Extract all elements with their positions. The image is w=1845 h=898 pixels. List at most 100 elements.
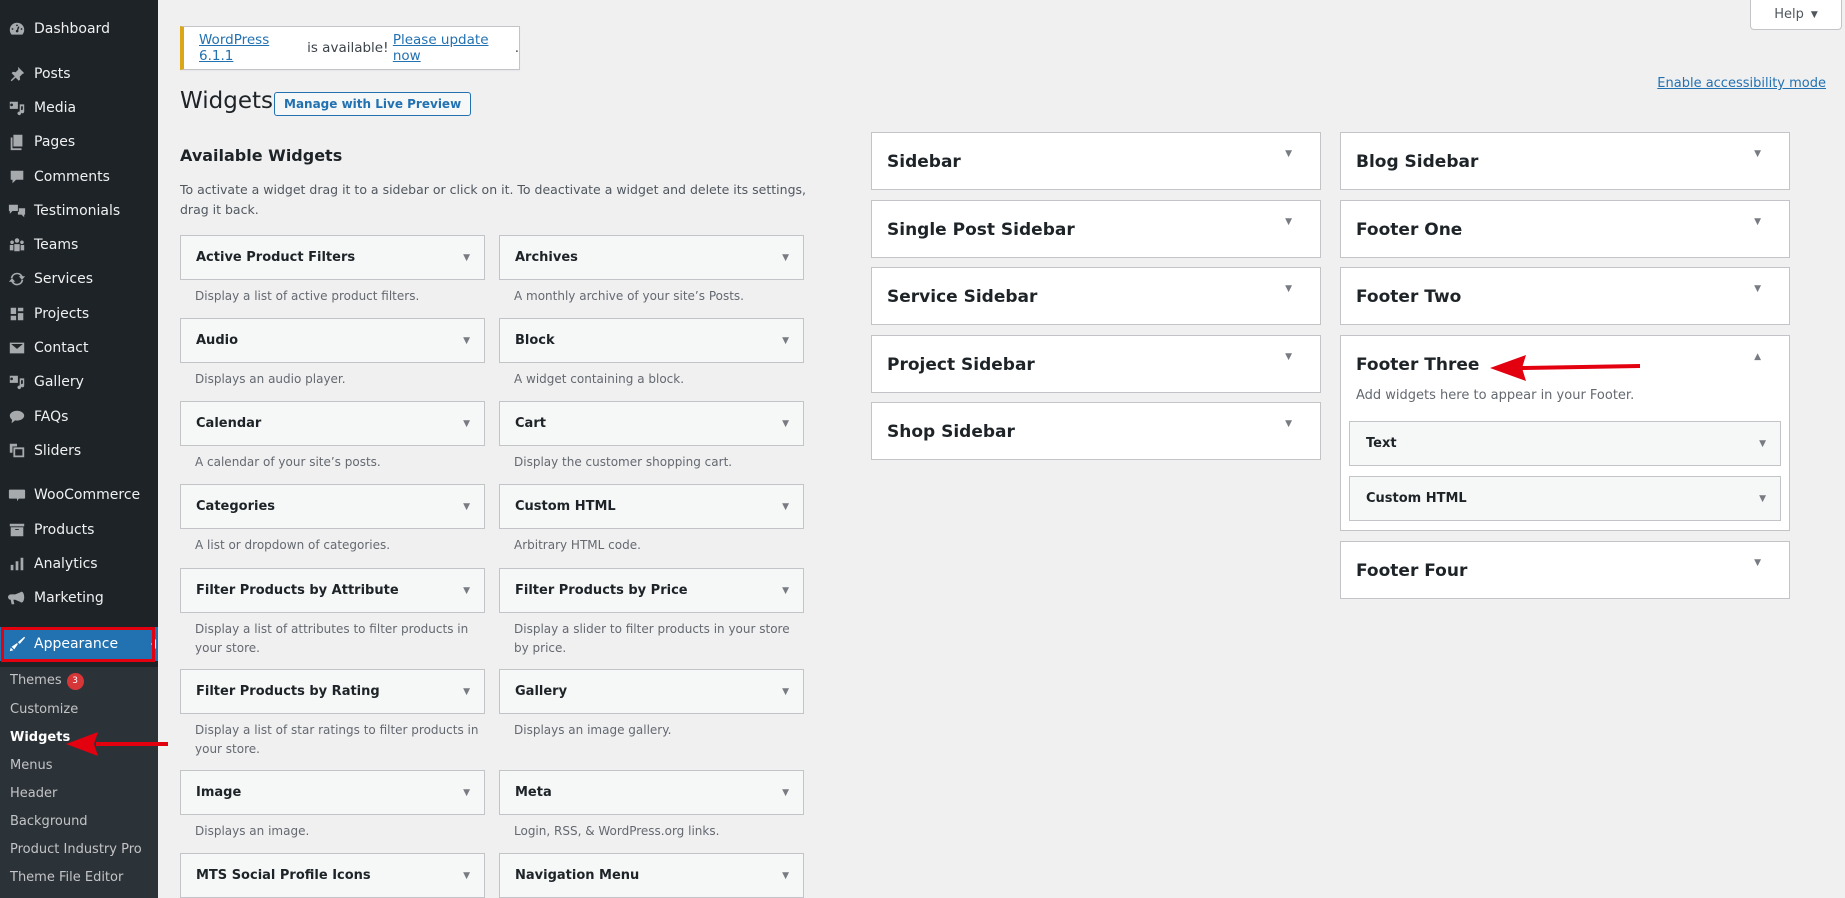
expand-arrow-icon[interactable]: ▼ [463, 419, 470, 429]
submenu-item-widgets[interactable]: Widgets [10, 730, 70, 745]
help-button[interactable]: Help ▼ [1750, 0, 1842, 30]
sidebar-area-project-sidebar[interactable]: Project Sidebar ▼ [871, 335, 1321, 393]
widget-filter-products-by-attribute[interactable]: Filter Products by Attribute ▼ [180, 568, 485, 613]
sidebar-area-footer-four[interactable]: Footer Four ▼ [1340, 541, 1790, 599]
sidebar-area-single-post-sidebar[interactable]: Single Post Sidebar ▼ [871, 200, 1321, 258]
widget-title: Meta [515, 785, 552, 800]
placed-widget-custom-html[interactable]: Custom HTML ▼ [1349, 476, 1781, 521]
widget-block[interactable]: Block ▼ [499, 318, 804, 363]
widget-audio[interactable]: Audio ▼ [180, 318, 485, 363]
sidebar-item-media[interactable]: Media [0, 91, 158, 125]
expand-arrow-icon[interactable]: ▼ [782, 502, 789, 512]
widget-title: Cart [515, 416, 546, 431]
widget-navigation-menu[interactable]: Navigation Menu ▼ [499, 853, 804, 898]
sidebar-item-marketing[interactable]: Marketing [0, 581, 158, 615]
expand-arrow-icon[interactable]: ▼ [1285, 419, 1292, 429]
sidebar-item-gallery[interactable]: Gallery [0, 365, 158, 399]
widget-filter-products-by-rating[interactable]: Filter Products by Rating ▼ [180, 669, 485, 714]
sidebar-item-comments[interactable]: Comments [0, 160, 158, 194]
submenu-item-theme-file-editor[interactable]: Theme File Editor [10, 870, 123, 885]
expand-arrow-icon[interactable]: ▼ [463, 788, 470, 798]
expand-arrow-icon[interactable]: ▼ [1759, 494, 1766, 504]
widget-categories[interactable]: Categories ▼ [180, 484, 485, 529]
expand-arrow-icon[interactable]: ▼ [782, 419, 789, 429]
expand-arrow-icon[interactable]: ▼ [782, 788, 789, 798]
expand-arrow-icon[interactable]: ▼ [463, 253, 470, 263]
expand-arrow-icon[interactable]: ▼ [463, 871, 470, 881]
expand-arrow-icon[interactable]: ▼ [782, 687, 789, 697]
widget-description: Display a list of active product filters… [195, 289, 420, 303]
expand-arrow-icon[interactable]: ▼ [1759, 439, 1766, 449]
sidebar-item-posts[interactable]: Posts [0, 57, 158, 91]
expand-arrow-icon[interactable]: ▼ [1754, 284, 1761, 294]
collapse-arrow-icon[interactable]: ▲ [1754, 352, 1761, 362]
widget-image[interactable]: Image ▼ [180, 770, 485, 815]
widget-custom-html[interactable]: Custom HTML ▼ [499, 484, 804, 529]
expand-arrow-icon[interactable]: ▼ [1754, 558, 1761, 568]
update-now-link[interactable]: Please update now [393, 32, 515, 64]
sidebar-item-dashboard[interactable]: Dashboard [0, 12, 158, 46]
widget-filter-products-by-price[interactable]: Filter Products by Price ▼ [499, 568, 804, 613]
sidebar-area-footer-three[interactable]: Footer Three ▲ Add widgets here to appea… [1340, 335, 1790, 531]
sidebar-item-contact[interactable]: Contact [0, 331, 158, 365]
sidebar-area-title: Service Sidebar [887, 287, 1038, 307]
sidebar-item-services[interactable]: Services [0, 262, 158, 296]
expand-arrow-icon[interactable]: ▼ [463, 687, 470, 697]
expand-arrow-icon[interactable]: ▼ [1285, 217, 1292, 227]
expand-arrow-icon[interactable]: ▼ [1285, 352, 1292, 362]
sidebar-item-teams[interactable]: Teams [0, 228, 158, 262]
submenu-item-background[interactable]: Background [10, 814, 88, 829]
widget-calendar[interactable]: Calendar ▼ [180, 401, 485, 446]
sidebar-area-blog-sidebar[interactable]: Blog Sidebar ▼ [1340, 132, 1790, 190]
expand-arrow-icon[interactable]: ▼ [782, 586, 789, 596]
expand-arrow-icon[interactable]: ▼ [782, 253, 789, 263]
expand-arrow-icon[interactable]: ▼ [463, 336, 470, 346]
sidebar-area-sidebar[interactable]: Sidebar ▼ [871, 132, 1321, 190]
sidebar-item-label: Teams [34, 237, 79, 253]
widget-description: Displays an image gallery. [514, 723, 672, 737]
widget-title: Calendar [196, 416, 262, 431]
sidebar-area-footer-two[interactable]: Footer Two ▼ [1340, 267, 1790, 325]
sidebar-item-analytics[interactable]: Analytics [0, 547, 158, 581]
sidebar-item-pages[interactable]: Pages [0, 125, 158, 159]
sidebar-item-label: Products [34, 522, 95, 538]
expand-arrow-icon[interactable]: ▼ [1285, 149, 1292, 159]
submenu-item-header[interactable]: Header [10, 786, 57, 801]
submenu-item-menus[interactable]: Menus [10, 758, 52, 773]
widget-title: Audio [196, 333, 239, 348]
sidebar-area-footer-one[interactable]: Footer One ▼ [1340, 200, 1790, 258]
sidebar-item-woocommerce[interactable]: WooCommerce [0, 478, 158, 512]
widget-description: Display a list of attributes to filter p… [195, 622, 469, 655]
expand-arrow-icon[interactable]: ▼ [1754, 149, 1761, 159]
widget-active-product-filters[interactable]: Active Product Filters ▼ [180, 235, 485, 280]
submenu-item-product-industry-pro[interactable]: Product Industry Pro [10, 842, 142, 857]
expand-arrow-icon[interactable]: ▼ [782, 871, 789, 881]
submenu-item-customize[interactable]: Customize [10, 702, 78, 717]
sidebar-item-sliders[interactable]: Sliders [0, 434, 158, 468]
expand-arrow-icon[interactable]: ▼ [1754, 217, 1761, 227]
sidebar-item-appearance[interactable]: Appearance [0, 627, 158, 661]
submenu-item-themes[interactable]: Themes 3 [10, 673, 84, 690]
sidebar-item-testimonials[interactable]: Testimonials [0, 194, 158, 228]
wordpress-version-link[interactable]: WordPress 6.1.1 [199, 32, 303, 64]
sidebar-item-faqs[interactable]: FAQs [0, 400, 158, 434]
sidebar-item-products[interactable]: Products [0, 513, 158, 547]
widget-gallery[interactable]: Gallery ▼ [499, 669, 804, 714]
expand-arrow-icon[interactable]: ▼ [782, 336, 789, 346]
sidebar-item-projects[interactable]: Projects [0, 297, 158, 331]
expand-arrow-icon[interactable]: ▼ [463, 586, 470, 596]
sidebar-item-label: Gallery [34, 374, 84, 390]
enable-accessibility-mode-link[interactable]: Enable accessibility mode [1657, 76, 1826, 91]
widget-mts-social-profile-icons[interactable]: MTS Social Profile Icons ▼ [180, 853, 485, 898]
expand-arrow-icon[interactable]: ▼ [463, 502, 470, 512]
widget-meta[interactable]: Meta ▼ [499, 770, 804, 815]
widget-cart[interactable]: Cart ▼ [499, 401, 804, 446]
widget-archives[interactable]: Archives ▼ [499, 235, 804, 280]
sidebar-area-shop-sidebar[interactable]: Shop Sidebar ▼ [871, 402, 1321, 460]
manage-live-preview-button[interactable]: Manage with Live Preview [274, 92, 472, 116]
placed-widget-text[interactable]: Text ▼ [1349, 421, 1781, 466]
page-title: Widgets [180, 88, 273, 114]
expand-arrow-icon[interactable]: ▼ [1285, 284, 1292, 294]
sidebar-area-service-sidebar[interactable]: Service Sidebar ▼ [871, 267, 1321, 325]
widget-title: MTS Social Profile Icons [196, 868, 371, 883]
